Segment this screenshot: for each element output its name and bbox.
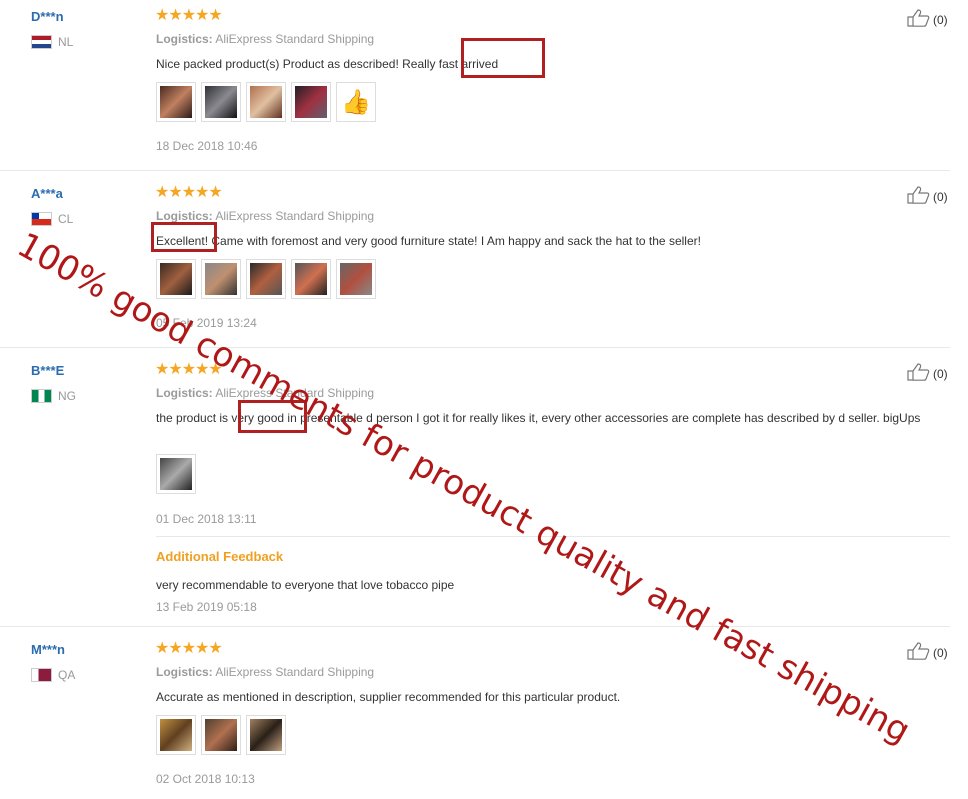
flag-icon: [31, 35, 52, 49]
review-photo[interactable]: [201, 82, 241, 122]
additional-feedback-text: very recommendable to everyone that love…: [156, 578, 455, 592]
country-code: QA: [58, 668, 76, 682]
reviewer-country: NG: [31, 389, 76, 403]
logistics-label: Logistics:: [156, 32, 213, 46]
review-photo[interactable]: [156, 454, 196, 494]
review-photo[interactable]: [336, 259, 376, 299]
review-date: 02 Oct 2018 10:13: [156, 772, 255, 786]
additional-feedback-label: Additional Feedback: [156, 549, 284, 564]
reviewer-country: QA: [31, 668, 75, 682]
helpful-count: (0): [933, 189, 948, 204]
reviewer-name: A***a: [31, 186, 63, 201]
review-photos: 👍: [156, 82, 376, 122]
star-rating: ★★★★★: [155, 7, 223, 24]
review-photo[interactable]: [156, 715, 196, 755]
flag-icon: [31, 389, 52, 403]
flag-icon: [31, 212, 52, 226]
review-photo[interactable]: [246, 259, 286, 299]
thumbs-up-icon: [907, 642, 931, 663]
review-photo[interactable]: [291, 259, 331, 299]
review-text: Excellent! Came with foremost and very g…: [156, 234, 701, 248]
review-text: Nice packed product(s) Product as descri…: [156, 57, 499, 71]
thumbs-up-drawing-icon: 👍: [340, 86, 372, 118]
review-photo[interactable]: [156, 82, 196, 122]
review-photo[interactable]: [246, 82, 286, 122]
review-item: D***n NL ★★★★★ Logistics: AliExpress Sta…: [0, 0, 950, 171]
logistics-value: AliExpress Standard Shipping: [215, 209, 375, 223]
country-code: NL: [58, 35, 74, 49]
star-rating: ★★★★★: [155, 640, 223, 657]
helpful-count: (0): [933, 366, 948, 381]
star-rating: ★★★★★: [155, 184, 223, 201]
logistics-value: AliExpress Standard Shipping: [215, 32, 375, 46]
review-photo[interactable]: [291, 82, 331, 122]
review-photo[interactable]: [156, 259, 196, 299]
review-date: 01 Dec 2018 13:11: [156, 512, 257, 526]
helpful-count: (0): [933, 12, 948, 27]
reviewer-country: CL: [31, 212, 73, 226]
helpful-button[interactable]: (0): [907, 363, 948, 384]
helpful-button[interactable]: (0): [907, 186, 948, 207]
thumbs-up-icon: [907, 9, 931, 30]
country-code: NG: [58, 389, 76, 403]
country-code: CL: [58, 212, 74, 226]
thumbs-up-icon: [907, 363, 931, 384]
highlight-box: [151, 222, 217, 252]
review-photos: [156, 259, 376, 299]
logistics-label: Logistics:: [156, 665, 213, 679]
reviewer-name: D***n: [31, 9, 64, 24]
helpful-button[interactable]: (0): [907, 642, 948, 663]
review-date: 18 Dec 2018 10:46: [156, 139, 258, 153]
review-photo[interactable]: [201, 259, 241, 299]
review-photos: [156, 715, 286, 755]
review-photo[interactable]: 👍: [336, 82, 376, 122]
review-photo[interactable]: [246, 715, 286, 755]
reviewer-name: B***E: [31, 363, 65, 378]
helpful-count: (0): [933, 645, 948, 660]
reviewer-name: M***n: [31, 642, 65, 657]
review-photo[interactable]: [201, 715, 241, 755]
thumbs-up-icon: [907, 186, 931, 207]
helpful-button[interactable]: (0): [907, 9, 948, 30]
flag-icon: [31, 668, 52, 682]
logistics-info: Logistics: AliExpress Standard Shipping: [156, 665, 374, 679]
reviewer-country: NL: [31, 35, 73, 49]
additional-feedback-date: 13 Feb 2019 05:18: [156, 600, 257, 614]
logistics-info: Logistics: AliExpress Standard Shipping: [156, 209, 374, 223]
highlight-box: [461, 38, 545, 78]
review-item: M***n QA ★★★★★ Logistics: AliExpress Sta…: [0, 627, 950, 799]
logistics-info: Logistics: AliExpress Standard Shipping: [156, 32, 374, 46]
logistics-label: Logistics:: [156, 209, 213, 223]
review-photos: [156, 454, 196, 494]
logistics-value: AliExpress Standard Shipping: [215, 665, 375, 679]
logistics-label: Logistics:: [156, 386, 213, 400]
